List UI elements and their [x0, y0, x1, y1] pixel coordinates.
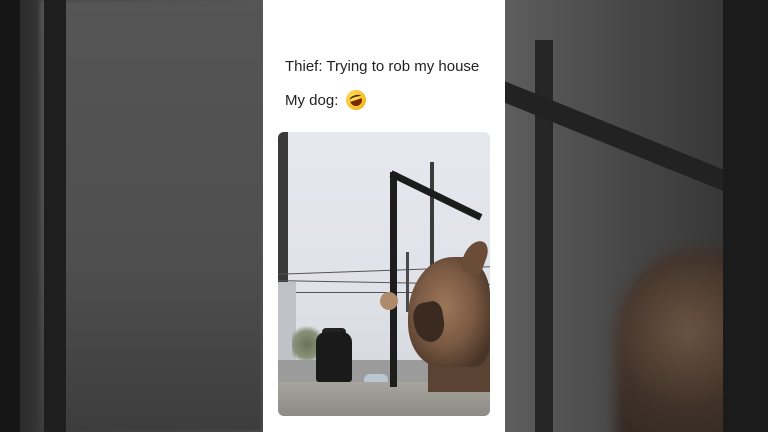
video-card: Thief: Trying to rob my house My dog:	[263, 0, 505, 432]
blurred-bar	[0, 0, 20, 432]
caption-line-dog: My dog:	[285, 87, 369, 113]
caption-line-thief: Thief: Trying to rob my house	[285, 58, 480, 75]
blurred-edge	[723, 0, 768, 432]
blurred-sky	[40, 0, 263, 432]
left-post	[278, 132, 288, 292]
water-tank	[316, 332, 352, 382]
blurred-post	[44, 0, 66, 432]
blurred-background-left	[0, 0, 263, 432]
blurred-background-right	[505, 0, 768, 432]
dog-paw	[380, 292, 398, 310]
dog-ear	[458, 237, 490, 277]
gate-frame-top	[389, 170, 483, 221]
gate-frame-post	[390, 172, 397, 387]
caption-dog-label: My dog:	[285, 91, 339, 109]
laughing-emoji-icon	[343, 87, 369, 113]
video-frame[interactable]	[278, 132, 490, 416]
